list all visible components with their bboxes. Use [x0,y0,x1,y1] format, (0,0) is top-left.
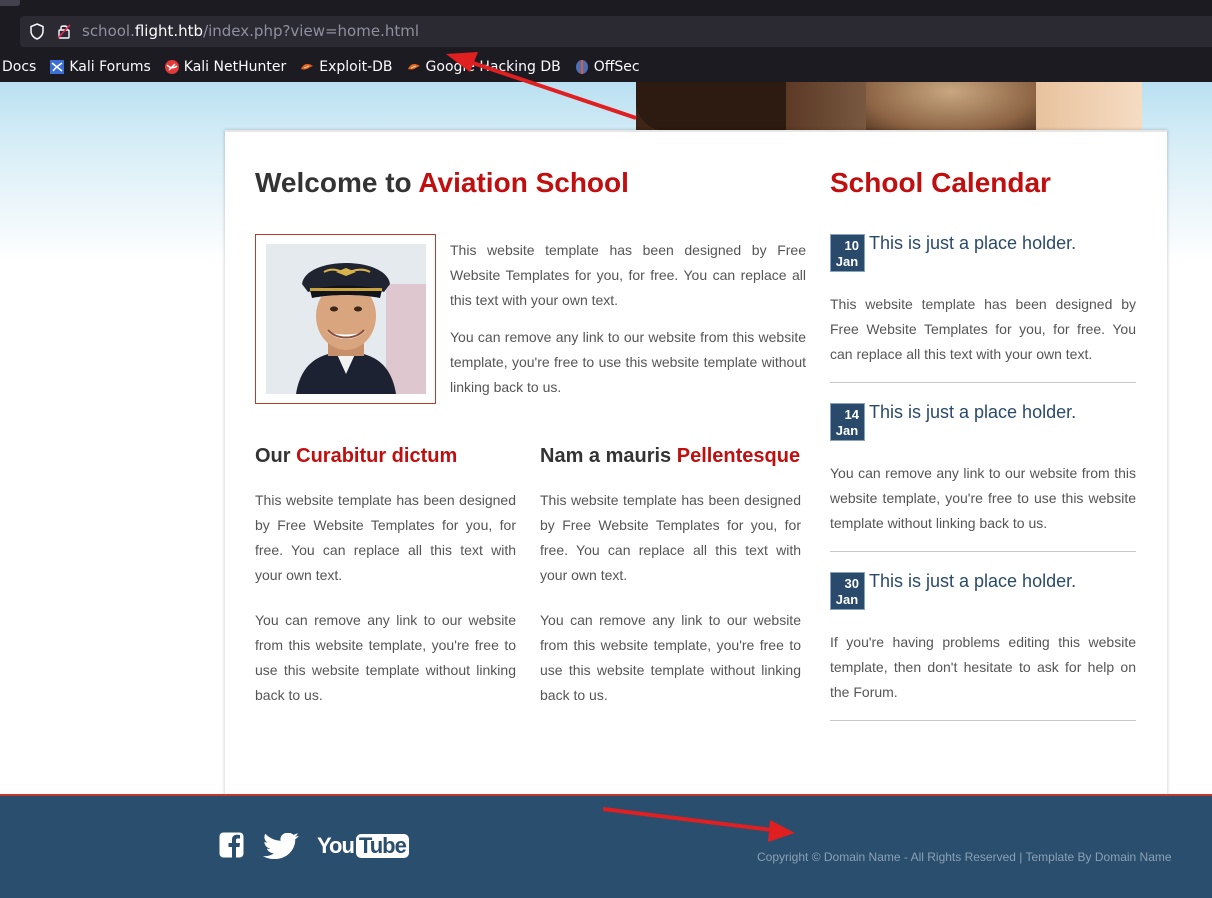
bookmark-kali-nethunter[interactable]: Kali NetHunter [164,59,286,75]
calendar-title: School Calendar [830,167,1051,198]
pilot-illustration [266,244,426,394]
col1-heading-prefix: Our [255,445,297,467]
kali-nethunter-icon [164,60,179,74]
col2-heading-highlight: Pellentesque [676,445,801,467]
bookmarks-toolbar: Docs Kali Forums Kali NetHunter Exploit-… [0,56,653,78]
header-photo-collar [866,82,1036,131]
event-day: 30 [844,576,859,591]
bookmark-label: Kali NetHunter [183,59,287,75]
event-date-badge: 30 Jan [830,572,865,610]
youtube-icon[interactable]: You Tube [317,833,409,859]
insecure-lock-icon[interactable] [57,23,71,39]
pilot-photo [266,244,426,394]
url-path: /index.php?view=home.html [203,22,420,40]
col2-paragraph-2: You can remove any link to our website f… [540,612,801,703]
intro-paragraph-2: You can remove any link to our website f… [450,329,806,395]
google-hacking-db-icon [407,64,420,70]
col1-heading: Our Curabitur dictum [255,445,457,468]
bookmark-offsec[interactable]: OffSec [574,59,640,75]
event-month: Jan [835,423,859,438]
event-day: 10 [844,238,859,253]
event-title-link[interactable]: This is just a place holder. [869,402,1076,423]
col2-paragraph-1: This website template has been designed … [540,492,801,583]
bookmark-label: Docs [2,59,37,75]
event-divider [830,551,1136,552]
event-divider [830,720,1136,721]
col1-paragraph-1: This website template has been designed … [255,492,516,583]
tab-strip-fragment[interactable] [0,0,20,6]
welcome-highlight: Aviation School [418,167,629,198]
twitter-icon[interactable] [262,833,300,859]
youtube-text-tube: Tube [355,834,409,858]
event-title-link[interactable]: This is just a place holder. [869,571,1076,592]
bookmark-label: Exploit-DB [319,59,393,75]
offsec-icon [575,60,588,74]
url-host: flight.htb [134,22,204,40]
url-text[interactable]: school.flight.htb/index.php?view=home.ht… [82,22,419,40]
browser-toolbar: school.flight.htb/index.php?view=home.ht… [0,0,1212,82]
kali-forums-icon [50,60,65,74]
copyright-text: Copyright © Domain Name - All Rights Res… [757,850,1172,864]
tracking-protection-shield-icon[interactable] [29,23,45,40]
bookmark-kali-forums[interactable]: Kali Forums [49,59,151,75]
header-photo-coat [636,82,786,131]
col2-heading: Nam a mauris Pellentesque [540,445,800,468]
address-bar[interactable]: school.flight.htb/index.php?view=home.ht… [20,16,1212,47]
event-month: Jan [835,592,859,607]
event-day: 14 [844,407,859,422]
event-title-link[interactable]: This is just a place holder. [869,233,1076,254]
page-footer: You Tube Copyright © Domain Name - All R… [0,794,1212,898]
intro-paragraph-1: This website template has been designed … [450,242,806,308]
event-divider [830,382,1136,383]
url-prefix: school. [82,22,135,40]
bookmark-google-hacking-db[interactable]: Google Hacking DB [406,59,561,75]
event-date-badge: 14 Jan [830,403,865,441]
welcome-prefix: Welcome to [255,167,419,198]
youtube-text-you: You [317,833,355,858]
welcome-heading: Welcome to Aviation School [255,167,629,199]
bookmark-label: Google Hacking DB [425,59,561,75]
header-photo-face [1036,82,1142,131]
exploit-db-icon [301,64,314,70]
col1-heading-highlight: Curabitur dictum [296,445,458,467]
header-photo [636,82,1142,131]
event-description: If you're having problems editing this w… [830,634,1136,700]
col2-heading-prefix: Nam a mauris [540,445,677,467]
col1-paragraph-2: You can remove any link to our website f… [255,612,516,703]
event-date-badge: 10 Jan [830,234,865,272]
event-description: This website template has been designed … [830,296,1136,362]
bookmark-exploit-db[interactable]: Exploit-DB [299,59,393,75]
event-month: Jan [835,254,859,269]
bookmark-docs[interactable]: Docs [2,59,36,75]
bookmark-label: OffSec [593,59,640,75]
pilot-photo-frame [255,234,436,404]
bookmark-label: Kali Forums [69,59,151,75]
event-description: You can remove any link to our website f… [830,465,1136,531]
facebook-icon[interactable] [219,832,244,858]
